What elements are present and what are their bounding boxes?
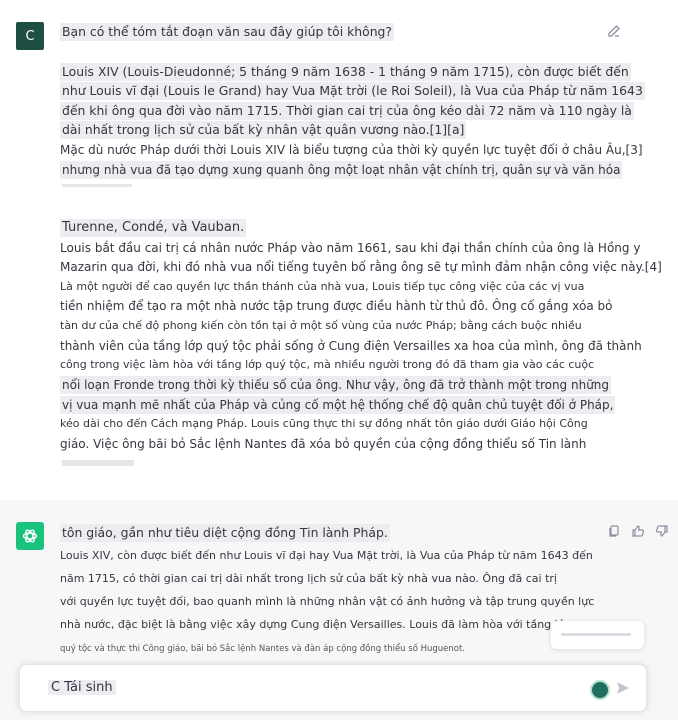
assistant-line: Louis XIV, còn được biết đến như Louis v… [60,549,593,562]
user-line: giáo. Việc ông bãi bỏ Sắc lệnh Nantes đã… [60,437,587,451]
user-line: đến khi ông qua đời vào năm 1715. Thời g… [60,102,634,120]
user-avatar: C [16,22,44,50]
send-icon[interactable] [615,680,631,696]
user-line: kéo dài cho đến Cách mạng Pháp. Louis cũ… [60,417,588,430]
clipped-text-fragment [62,460,134,466]
popup-overlay [551,621,644,649]
clipped-text-fragment [62,184,132,187]
thumbs-up-icon[interactable] [630,523,646,539]
assistant-line: năm 1715, có thời gian cai trị dài nhất … [60,572,557,585]
assistant-line: nhà nước, đặc biệt là bằng việc xây dựng… [60,618,572,631]
user-line: Turenne, Condé, và Vauban. [60,219,247,237]
message-actions [606,523,670,539]
user-line: tàn dư của chế độ phong kiến còn tồn tại… [60,319,582,332]
user-question: Bạn có thể tóm tắt đoạn văn sau đây giúp… [60,23,394,41]
openai-logo-icon [16,522,44,550]
user-line: dài nhất trong lịch sử của bất kỳ nhân v… [60,121,467,139]
user-line: Là một người để cao quyền lực thần thánh… [60,280,585,293]
user-line: thành viên của tầng lớp quý tộc phải sốn… [60,339,642,353]
thumbs-down-icon[interactable] [654,523,670,539]
regenerate-button[interactable]: C Tái sinh [48,680,116,695]
typing-indicator-icon [590,680,610,700]
user-line: Mặc dù nước Pháp dưới thời Louis XIV là … [60,143,643,157]
user-line: tiền nhiệm để tạo ra một nhà nước tập tr… [60,299,613,313]
user-line: Mazarin qua đời, khi đó nhà vua nổi tiến… [60,260,662,274]
user-line: Louis bắt đầu cai trị cá nhân nước Pháp … [60,241,641,255]
assistant-line: với quyền lực tuyệt đối, bao quanh mình … [60,595,595,608]
user-line: Louis XIV (Louis-Dieudonné; 5 tháng 9 nă… [60,63,631,81]
assistant-line: tôn giáo, gần như tiêu diệt cộng đồng Ti… [60,524,390,542]
user-line: nổi loạn Fronde trong thời kỳ thiếu số c… [60,376,612,394]
user-line: công trong việc làm hòa với tầng lớp quý… [60,358,595,371]
copy-icon[interactable] [606,523,622,539]
user-message: C Bạn có thể tóm tắt đoạn văn sau đây gi… [0,0,678,500]
chat-input-bar[interactable]: C Tái sinh [19,664,647,712]
user-line: như Louis vĩ đại (Louis le Grand) hay Vu… [60,82,645,100]
edit-icon[interactable] [606,23,622,39]
popup-blurred-text [561,633,631,636]
user-line: vị vua mạnh mẽ nhất của Pháp và củng cố … [60,396,616,414]
user-line: nhưng nhà vua đã tạo dựng xung quanh ông… [60,161,623,179]
assistant-line: quý tộc và thực thi Công giáo, bãi bỏ Sắ… [60,644,466,654]
